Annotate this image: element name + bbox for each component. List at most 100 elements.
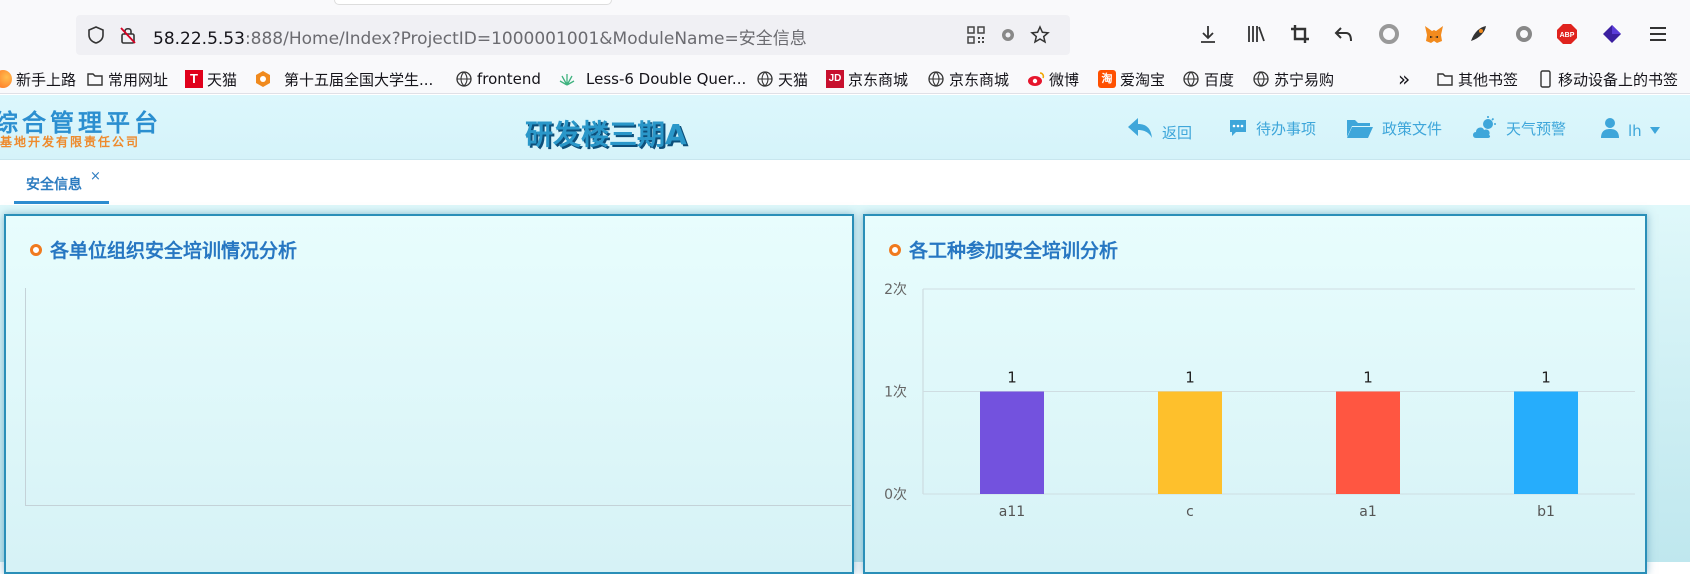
- x-tick-label: a11: [999, 504, 1025, 520]
- bookmark-item[interactable]: 新手上路: [0, 68, 76, 90]
- circle-extension-icon[interactable]: [1377, 22, 1401, 46]
- bookmark-item[interactable]: frontend: [455, 68, 541, 90]
- overflow-chevron-icon: »: [1398, 67, 1411, 91]
- sync-extension-icon[interactable]: [1512, 22, 1536, 46]
- worktype-bar-chart: 0次1次2次1a111c1a11b1: [884, 282, 1635, 520]
- bookmark-item[interactable]: JD 京东商城: [826, 68, 908, 90]
- bookmark-label: 移动设备上的书签: [1558, 70, 1679, 89]
- back-label: 返回: [1162, 123, 1193, 142]
- browser-tab-edge[interactable]: [334, 0, 612, 5]
- logo-subtitle: 基地开发有限责任公司: [0, 135, 141, 149]
- bookmark-folder-other[interactable]: 其他书签: [1436, 68, 1518, 90]
- adblock-icon[interactable]: ABP: [1555, 22, 1579, 46]
- bar: [1336, 391, 1400, 494]
- bar: [1514, 391, 1578, 494]
- globe-icon: [1183, 71, 1199, 87]
- metamask-icon[interactable]: [1422, 22, 1446, 46]
- bookmarks-bar: 新手上路 常用网址 T 天猫 第十五届全国大学生... frontend Les…: [0, 64, 1690, 94]
- bookmark-folder[interactable]: 常用网址: [86, 68, 168, 90]
- weather-alert-button[interactable]: 天气预警: [1472, 113, 1566, 143]
- user-name: lh: [1628, 122, 1642, 140]
- bookmark-label: 天猫: [207, 70, 238, 89]
- svg-text:ABP: ABP: [1560, 32, 1575, 39]
- bookmark-item[interactable]: 微博: [1027, 68, 1079, 90]
- url-text[interactable]: 58.22.5.53:888/Home/Index?ProjectID=1000…: [153, 24, 807, 49]
- project-title: 研发楼三期A: [525, 118, 687, 151]
- bookmark-item[interactable]: 天猫: [756, 68, 808, 90]
- policy-files-label: 政策文件: [1382, 119, 1443, 138]
- back-icon: [1128, 118, 1152, 138]
- folder-open-icon: [1347, 120, 1373, 138]
- panel-title-text: 各单位组织安全培训情况分析: [50, 240, 298, 262]
- empty-chart-area: [25, 288, 851, 506]
- bookmarks-overflow-button[interactable]: »: [1398, 67, 1411, 91]
- user-icon: [1601, 118, 1619, 138]
- bookmark-label: 京东商城: [848, 70, 909, 89]
- bookmark-label: 常用网址: [108, 70, 169, 89]
- mobile-icon: [1540, 70, 1551, 88]
- chat-icon: [1230, 120, 1246, 136]
- weibo-icon: [1028, 72, 1045, 86]
- firefox-icon: [0, 70, 12, 88]
- bookmark-item[interactable]: 京东商城: [927, 68, 1009, 90]
- bookmark-folder-mobile[interactable]: 移动设备上的书签: [1536, 68, 1678, 90]
- bookmark-item[interactable]: 淘 爱淘宝: [1098, 68, 1165, 90]
- worktype-training-panel: 各工种参加安全培训分析 0次 1次 2次 1 a11 1 c 1 a1 1 b1: [863, 214, 1647, 574]
- diamond-extension-icon[interactable]: [1600, 22, 1624, 46]
- bookmark-item[interactable]: Less-6 Double Quer...: [558, 68, 746, 90]
- unit-training-panel: 各单位组织安全培训情况分析: [4, 214, 854, 574]
- x-tick-label: c: [1186, 504, 1194, 520]
- globe-icon: [1253, 71, 1269, 87]
- back-button[interactable]: 返回: [1126, 113, 1192, 143]
- bookmark-item[interactable]: 第十五届全国大学生...: [254, 68, 433, 90]
- bookmark-label: 其他书签: [1458, 70, 1519, 89]
- qr-code-icon[interactable]: [966, 25, 986, 45]
- bug-extension-icon[interactable]: [998, 25, 1018, 45]
- shield-icon[interactable]: [86, 25, 106, 45]
- address-bar[interactable]: 58.22.5.53:888/Home/Index?ProjectID=1000…: [76, 15, 1070, 55]
- bar-data-label: 1: [1363, 369, 1373, 387]
- contest-icon: [256, 71, 270, 87]
- bookmark-label: 苏宁易购: [1274, 70, 1335, 89]
- star-bookmark-icon[interactable]: [1030, 25, 1050, 45]
- bookmark-label: Less-6 Double Quer...: [586, 70, 747, 88]
- tab-close-icon[interactable]: ×: [90, 169, 101, 184]
- menu-icon[interactable]: [1646, 22, 1670, 46]
- bookmark-item[interactable]: T 天猫: [185, 68, 237, 90]
- bookmark-item[interactable]: 苏宁易购: [1252, 68, 1334, 90]
- bar-data-label: 1: [1007, 369, 1017, 387]
- user-menu[interactable]: lh: [1600, 113, 1660, 143]
- todo-label: 待办事项: [1256, 119, 1317, 138]
- bullet-dot-icon: [30, 243, 42, 256]
- bar-data-label: 1: [1185, 369, 1195, 387]
- todo-button[interactable]: 待办事项: [1228, 113, 1316, 143]
- policy-files-button[interactable]: 政策文件: [1346, 113, 1442, 143]
- weather-icon: [1473, 116, 1496, 138]
- undo-icon[interactable]: [1332, 22, 1356, 46]
- tmall-icon: T: [185, 70, 203, 88]
- bookmark-item[interactable]: 百度: [1182, 68, 1234, 90]
- crop-icon[interactable]: [1288, 22, 1312, 46]
- insecure-lock-icon[interactable]: [118, 25, 138, 45]
- tab-safety-info[interactable]: 安全信息 ×: [14, 160, 109, 204]
- y-tick-label: 1次: [884, 385, 907, 401]
- jd-icon: JD: [826, 70, 844, 88]
- y-tick-label: 0次: [884, 487, 907, 503]
- tab-label: 安全信息: [26, 177, 82, 193]
- download-icon[interactable]: [1196, 22, 1220, 46]
- bookmark-label: 第十五届全国大学生...: [284, 70, 434, 89]
- library-icon[interactable]: [1244, 22, 1268, 46]
- x-tick-label: a1: [1359, 504, 1377, 520]
- app-header: 综合管理平台 基地开发有限责任公司 研发楼三期A 返回 待办事项 政策文件 天气…: [0, 95, 1690, 160]
- weather-alert-label: 天气预警: [1506, 119, 1567, 138]
- y-tick-label: 2次: [884, 282, 907, 298]
- bookmark-label: 京东商城: [949, 70, 1010, 89]
- panel-title: 各单位组织安全培训情况分析: [30, 236, 297, 263]
- globe-icon: [456, 71, 472, 87]
- module-tabs: 安全信息 ×: [0, 160, 1690, 205]
- rocket-extension-icon[interactable]: [1466, 22, 1490, 46]
- globe-icon: [757, 71, 773, 87]
- bar-data-label: 1: [1541, 369, 1551, 387]
- caret-down-icon: [1649, 127, 1660, 134]
- folder-icon: [1437, 73, 1453, 86]
